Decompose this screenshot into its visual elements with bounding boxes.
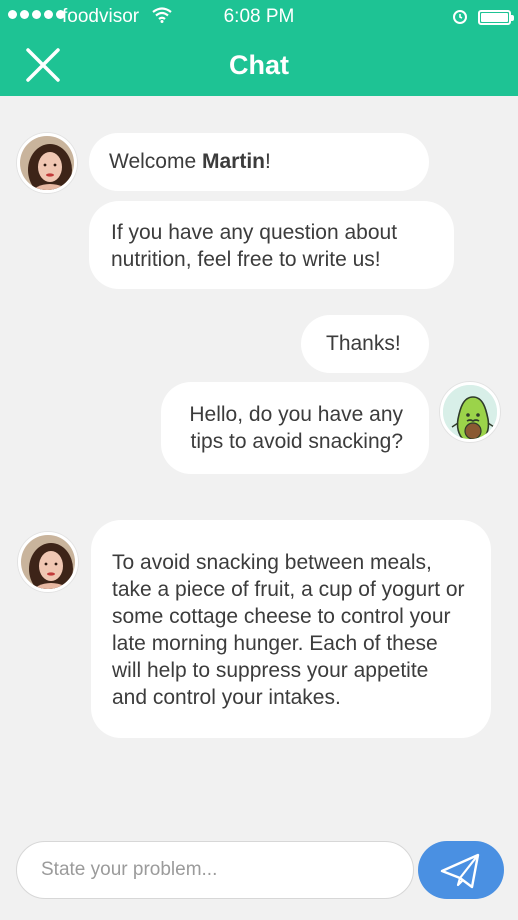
message-line: If you have any question about xyxy=(111,221,398,244)
message-line: will help to suppress your appetite xyxy=(112,659,429,682)
message-text: ! xyxy=(264,150,271,173)
message-line: To avoid snacking between meals, xyxy=(112,551,432,574)
message-input[interactable]: State your problem... xyxy=(16,841,414,899)
user-name: Martin xyxy=(201,150,265,173)
battery-icon xyxy=(478,10,514,25)
alarm-icon xyxy=(453,10,467,24)
clock-time: 6:08 PM xyxy=(223,6,295,27)
header: foodvisor 6:08 PM Chat xyxy=(0,0,518,96)
page-title: Chat xyxy=(229,50,289,80)
message-bubble-user: Hello, do you have any tips to avoid sna… xyxy=(161,382,429,474)
coach-avatar xyxy=(18,532,78,592)
message-line: late morning hunger. Each of these xyxy=(112,632,438,655)
message-bubble-user: Thanks! xyxy=(301,315,429,373)
status-bar: foodvisor 6:08 PM xyxy=(0,0,518,34)
message-line: and control your intakes. xyxy=(112,686,341,709)
message-line: Thanks! xyxy=(326,332,401,355)
send-button[interactable] xyxy=(418,841,504,899)
message-text: Welcome xyxy=(109,150,202,173)
message-line: take a piece of fruit, a cup of yogurt o… xyxy=(112,578,465,601)
coach-avatar xyxy=(17,133,77,193)
message-line: nutrition, feel free to write us! xyxy=(111,248,381,271)
message-line: Hello, do you have any xyxy=(189,403,403,426)
message-bubble-coach: Welcome Martin! xyxy=(89,133,429,191)
paper-plane-icon xyxy=(440,853,480,889)
message-bubble-coach: To avoid snacking between meals, take a … xyxy=(91,520,491,738)
message-line: tips to avoid snacking? xyxy=(190,430,403,453)
message-bubble-coach: If you have any question about nutrition… xyxy=(89,201,454,289)
avocado-icon xyxy=(440,382,500,442)
message-line: some cottage cheese to control your xyxy=(112,605,451,628)
